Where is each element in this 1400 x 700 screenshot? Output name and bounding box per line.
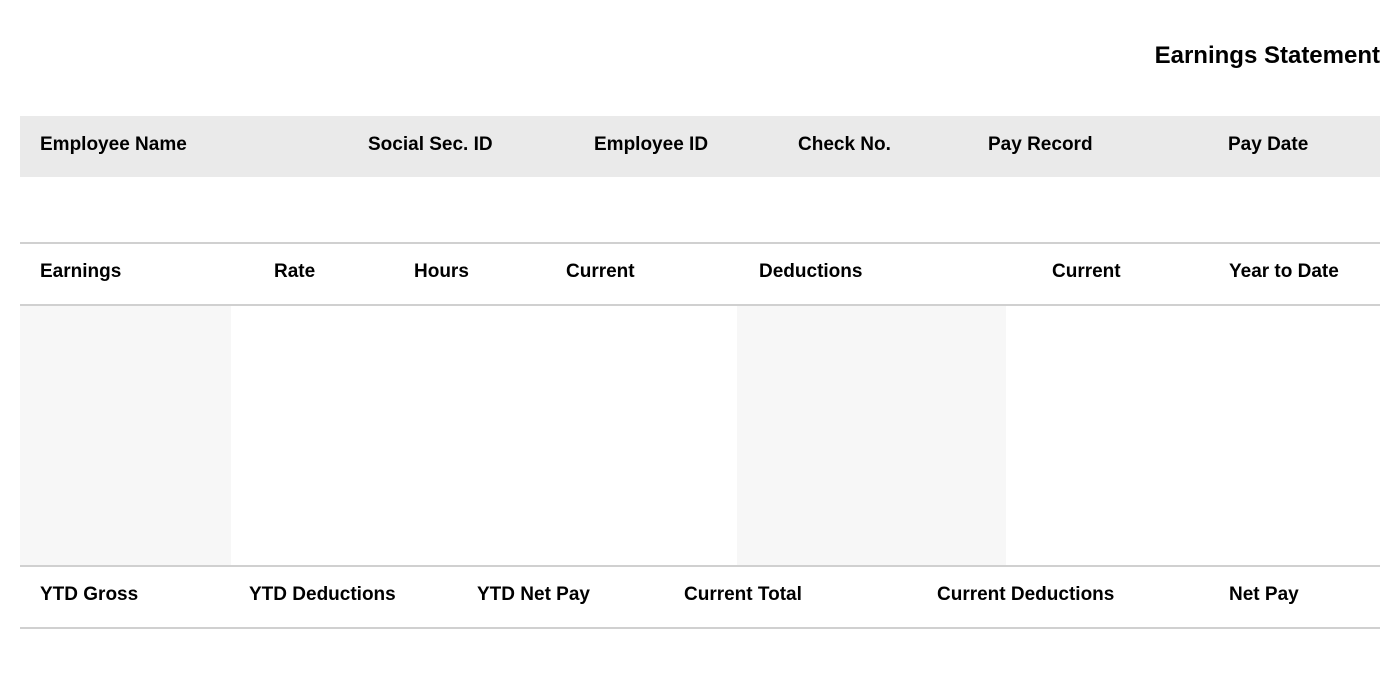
ytd-gross-label: YTD Gross (40, 584, 139, 605)
divider (20, 565, 1380, 567)
current-total-label: Current Total (684, 584, 802, 605)
earnings-column-body (20, 306, 231, 566)
net-pay-label: Net Pay (1229, 584, 1299, 605)
employee-name-label: Employee Name (40, 134, 187, 155)
check-no-label: Check No. (798, 134, 891, 155)
pay-record-label: Pay Record (988, 134, 1093, 155)
rate-col-header: Rate (274, 261, 316, 282)
earnings-col-header: Earnings (40, 261, 122, 282)
current-deductions-col-header: Current (1052, 261, 1121, 282)
ytd-deductions-label: YTD Deductions (249, 584, 396, 605)
deductions-column-body (737, 306, 1006, 566)
divider (20, 627, 1380, 629)
divider (20, 242, 1380, 244)
ytd-net-pay-label: YTD Net Pay (477, 584, 590, 605)
current-deductions-label: Current Deductions (937, 584, 1115, 605)
year-to-date-col-header: Year to Date (1229, 261, 1339, 282)
hours-col-header: Hours (414, 261, 469, 282)
current-earnings-col-header: Current (566, 261, 635, 282)
pay-date-label: Pay Date (1228, 134, 1309, 155)
social-sec-id-label: Social Sec. ID (368, 134, 493, 155)
deductions-col-header: Deductions (759, 261, 863, 282)
document-title: Earnings Statement (1154, 42, 1380, 69)
employee-id-label: Employee ID (594, 134, 709, 155)
